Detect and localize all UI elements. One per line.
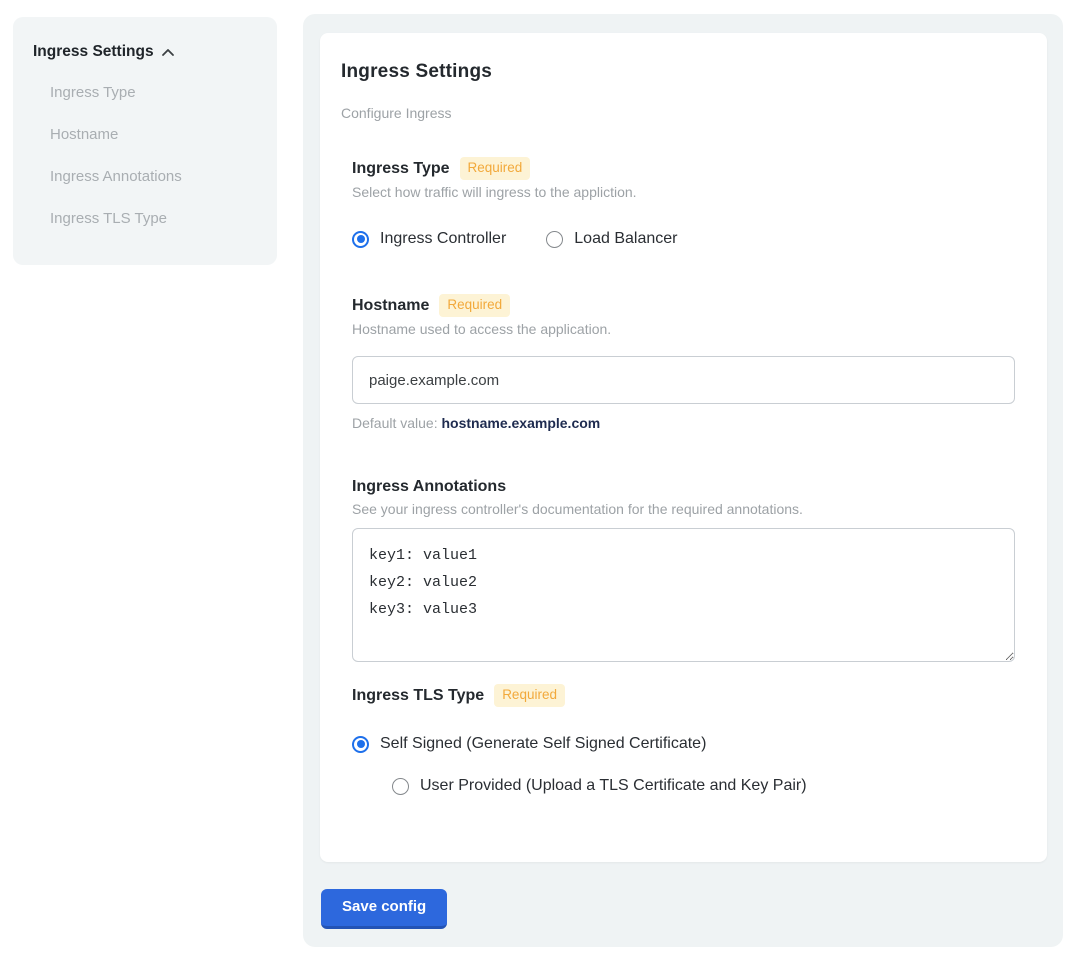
- save-config-button[interactable]: Save config: [321, 889, 447, 929]
- default-value-prefix: Default value:: [352, 415, 442, 431]
- default-value-text: hostname.example.com: [442, 415, 601, 431]
- chevron-up-icon: [161, 46, 175, 60]
- hostname-label: Hostname: [352, 295, 429, 316]
- sidebar-item-ingress-tls-type[interactable]: Ingress TLS Type: [50, 211, 277, 227]
- sidebar-group-label: Ingress Settings: [33, 43, 154, 61]
- ingress-tls-type-label: Ingress TLS Type: [352, 685, 484, 706]
- section-ingress-type: Ingress Type Required Select how traffic…: [352, 157, 1015, 249]
- ingress-settings-card: Ingress Settings Configure Ingress Ingre…: [320, 33, 1047, 862]
- hostname-default-line: Default value: hostname.example.com: [352, 415, 1015, 432]
- radio-self-signed[interactable]: Self Signed (Generate Self Signed Certif…: [352, 734, 1015, 754]
- section-ingress-annotations: Ingress Annotations See your ingress con…: [352, 476, 1015, 662]
- required-badge: Required: [460, 157, 531, 180]
- sidebar-item-hostname[interactable]: Hostname: [50, 127, 277, 143]
- ingress-annotations-textarea[interactable]: key1: value1 key2: value2 key3: value3: [352, 528, 1015, 662]
- radio-circle-icon: [392, 778, 409, 795]
- ingress-type-label: Ingress Type: [352, 158, 450, 179]
- page-title: Ingress Settings: [341, 61, 1047, 83]
- radio-label: Self Signed (Generate Self Signed Certif…: [380, 734, 706, 754]
- radio-circle-icon: [546, 231, 563, 248]
- radio-label: User Provided (Upload a TLS Certificate …: [420, 776, 807, 796]
- ingress-type-radio-group: Ingress Controller Load Balancer: [352, 229, 1015, 249]
- radio-label: Load Balancer: [574, 229, 677, 249]
- radio-load-balancer[interactable]: Load Balancer: [546, 229, 677, 249]
- config-panel: Ingress Settings Configure Ingress Ingre…: [303, 14, 1063, 947]
- sidebar-nav-list: Ingress Type Hostname Ingress Annotation…: [13, 85, 277, 227]
- radio-label: Ingress Controller: [380, 229, 506, 249]
- section-ingress-tls-type: Ingress TLS Type Required Self Signed (G…: [352, 684, 1015, 796]
- radio-user-provided[interactable]: User Provided (Upload a TLS Certificate …: [392, 776, 1015, 796]
- config-screen: Ingress Settings Ingress Type Hostname I…: [0, 0, 1090, 969]
- ingress-type-description: Select how traffic will ingress to the a…: [352, 184, 1015, 201]
- required-badge: Required: [439, 294, 510, 317]
- ingress-annotations-label: Ingress Annotations: [352, 476, 506, 497]
- sidebar-item-ingress-type[interactable]: Ingress Type: [50, 85, 277, 101]
- sidebar-item-ingress-annotations[interactable]: Ingress Annotations: [50, 169, 277, 185]
- hostname-input[interactable]: [352, 356, 1015, 404]
- radio-circle-icon: [352, 231, 369, 248]
- section-hostname: Hostname Required Hostname used to acces…: [352, 294, 1015, 432]
- settings-sidebar: Ingress Settings Ingress Type Hostname I…: [13, 17, 277, 265]
- page-subtitle: Configure Ingress: [341, 105, 1047, 122]
- sidebar-group-ingress-settings[interactable]: Ingress Settings: [13, 17, 277, 61]
- hostname-description: Hostname used to access the application.: [352, 321, 1015, 338]
- ingress-annotations-description: See your ingress controller's documentat…: [352, 501, 1015, 518]
- radio-circle-icon: [352, 736, 369, 753]
- required-badge: Required: [494, 684, 565, 707]
- radio-ingress-controller[interactable]: Ingress Controller: [352, 229, 506, 249]
